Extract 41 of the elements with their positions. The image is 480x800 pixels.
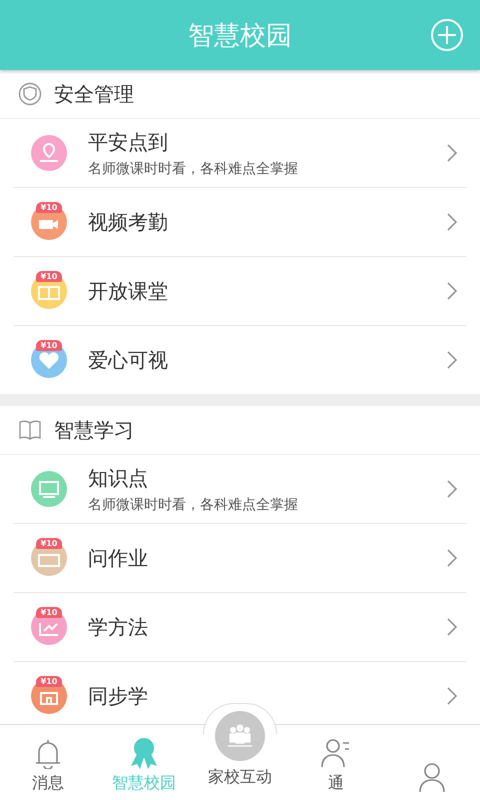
item-title: 平安点到 xyxy=(88,128,169,156)
tab[interactable]: 消息 xyxy=(0,725,96,800)
add-button[interactable] xyxy=(431,19,463,51)
item-title: 同步学 xyxy=(88,682,149,710)
menu-row[interactable]: ¥10 开放课堂 xyxy=(14,257,466,326)
item-title: 知识点 xyxy=(88,464,149,492)
menu-row[interactable]: ¥10 视频考勤 xyxy=(14,188,466,257)
chevron-icon xyxy=(446,548,458,568)
header-title: 智慧校园 xyxy=(188,20,292,52)
chevron-icon xyxy=(446,686,458,706)
menu-row[interactable]: 知识点 名师微课时时看，各科难点全掌握 xyxy=(14,455,466,524)
menu-row[interactable]: ¥10 爱心可视 xyxy=(14,326,466,394)
item-title: 视频考勤 xyxy=(88,208,169,236)
section-title: 安全管理 xyxy=(54,80,134,108)
price-badge: ¥10 xyxy=(36,676,62,687)
plus-icon xyxy=(437,25,457,45)
item-title: 学方法 xyxy=(88,614,149,640)
item-subtitle: 名师微课时时看，各科难点全掌握 xyxy=(88,160,299,178)
item-title: 爱心可视 xyxy=(88,346,169,374)
chevron-icon xyxy=(446,479,458,499)
shield-icon xyxy=(18,82,42,106)
chevron-icon xyxy=(446,281,458,301)
price-badge: ¥10 xyxy=(36,538,62,549)
tab[interactable]: 通 xyxy=(288,725,384,800)
price-badge: ¥10 xyxy=(36,202,62,213)
price-badge: ¥10 xyxy=(36,340,62,351)
chevron-icon xyxy=(446,212,458,232)
tab[interactable]: 家校互动 xyxy=(192,703,288,800)
menu-row[interactable]: 平安点到 名师微课时时看，各科难点全掌握 xyxy=(14,119,466,188)
item-subtitle: 名师微课时时看，各科难点全掌握 xyxy=(88,496,299,514)
item-title: 开放课堂 xyxy=(88,278,169,304)
book-icon xyxy=(18,419,42,441)
chevron-icon xyxy=(446,617,458,637)
section-title: 智慧学习 xyxy=(54,416,134,444)
menu-row[interactable]: ¥10 学方法 xyxy=(14,593,466,662)
price-badge: ¥10 xyxy=(36,271,62,282)
menu-row[interactable]: ¥10 问作业 xyxy=(14,524,466,593)
chevron-icon xyxy=(446,350,458,370)
price-badge: ¥10 xyxy=(36,607,62,618)
chevron-icon xyxy=(446,143,458,163)
item-title: 问作业 xyxy=(88,544,149,572)
